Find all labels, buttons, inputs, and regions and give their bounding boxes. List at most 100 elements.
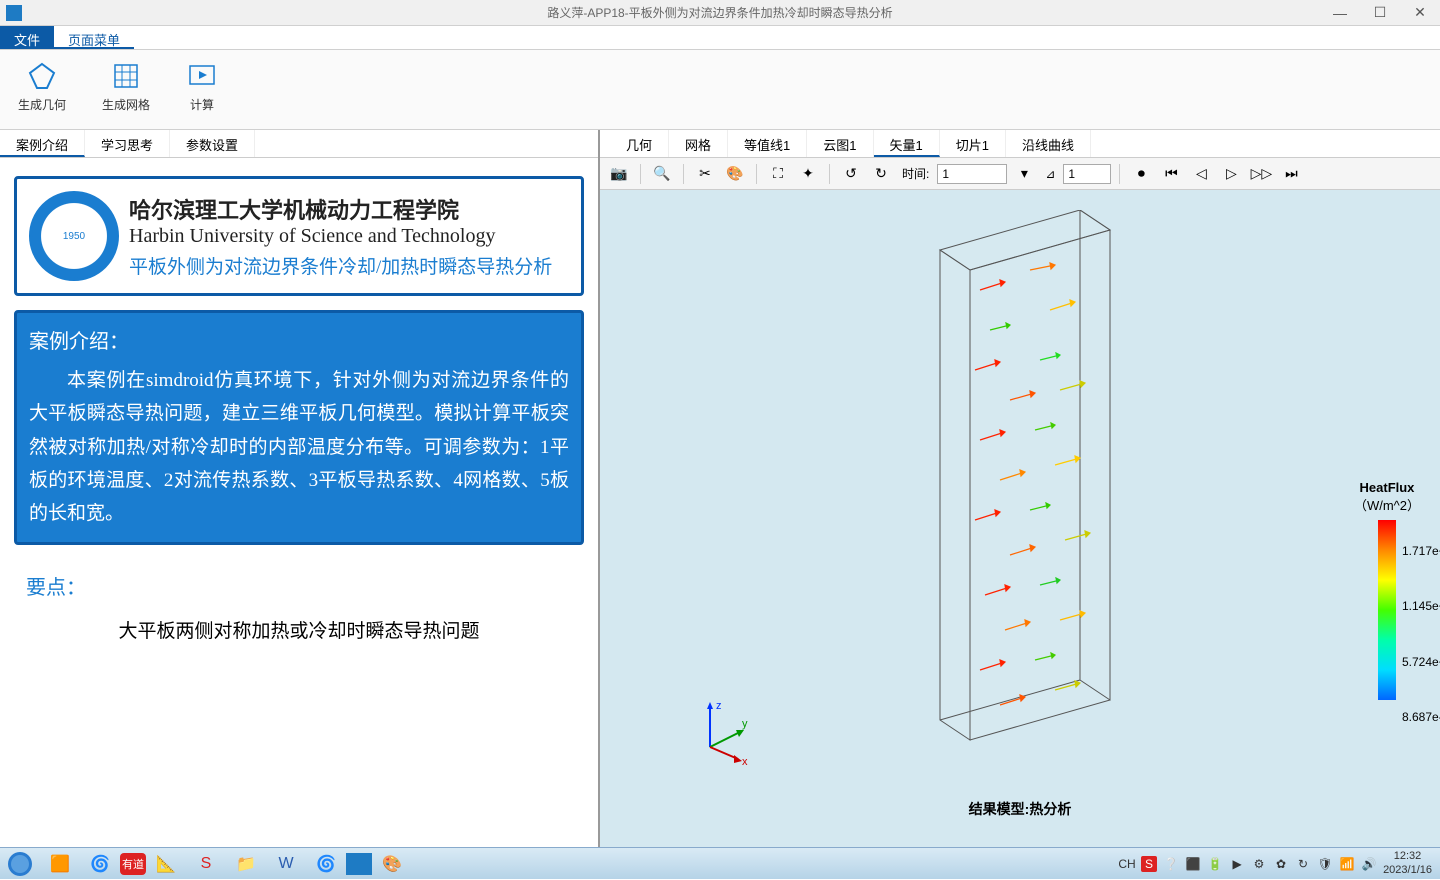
zoom-icon[interactable]: 🔍 — [649, 162, 675, 186]
next-icon[interactable]: ▷▷ — [1248, 162, 1274, 186]
tab-curve[interactable]: 沿线曲线 — [1006, 130, 1091, 157]
taskbar-paint-icon[interactable]: 🎨 — [372, 848, 412, 880]
geometry-icon — [26, 60, 58, 92]
ime-indicator[interactable]: CH — [1119, 856, 1135, 872]
legend-title: HeatFlux — [1354, 480, 1420, 495]
tray-icon-6[interactable]: ↻ — [1295, 856, 1311, 872]
app-icon — [6, 5, 22, 21]
taskbar-app-6[interactable]: 🌀 — [306, 848, 346, 880]
step-input[interactable] — [1063, 164, 1111, 184]
taskbar-word-icon[interactable]: W — [266, 848, 306, 880]
time-input[interactable] — [937, 164, 1007, 184]
menu-file[interactable]: 文件 — [0, 26, 54, 49]
tab-vector[interactable]: 矢量1 — [874, 130, 940, 157]
intro-card: 案例介绍： 本案例在simdroid仿真环境下，针对外侧为对流边界条件的大平板瞬… — [14, 310, 584, 545]
legend-mid2: 5.724e+03 — [1402, 655, 1440, 669]
ribbon: 生成几何 生成网格 计算 — [0, 50, 1440, 130]
taskbar-app-5[interactable]: S — [186, 848, 226, 880]
record-icon[interactable]: ⏺ — [1128, 162, 1154, 186]
select-icon[interactable]: ✂ — [692, 162, 718, 186]
legend-min: 8.687e-08 — [1402, 710, 1440, 724]
gen-mesh-button[interactable]: 生成网格 — [94, 56, 158, 123]
tab-study[interactable]: 学习思考 — [85, 130, 170, 157]
close-button[interactable]: ✕ — [1400, 0, 1440, 26]
fit-icon[interactable]: ⛶ — [765, 162, 791, 186]
titlebar: 路义萍-APP18-平板外侧为对流边界条件加热冷却时瞬态导热分析 — ☐ ✕ — [0, 0, 1440, 26]
rotate-left-icon[interactable]: ↺ — [838, 162, 864, 186]
tray-icon-4[interactable]: ⚙ — [1251, 856, 1267, 872]
tab-contour[interactable]: 等值线1 — [728, 130, 807, 157]
taskbar-explorer-icon[interactable]: 📁 — [226, 848, 266, 880]
tray-battery-icon[interactable]: 🔋 — [1207, 856, 1223, 872]
university-name-cn: 哈尔滨理工大学机械动力工程学院 — [129, 193, 569, 225]
tab-geometry[interactable]: 几何 — [610, 130, 669, 157]
points-heading: 要点： — [26, 571, 572, 600]
menu-page[interactable]: 页面菜单 — [54, 26, 134, 49]
taskbar-app-3[interactable]: 有道 — [120, 853, 146, 875]
svg-text:z: z — [716, 700, 722, 712]
step-prefix: ⊿ — [1045, 167, 1055, 181]
tab-intro[interactable]: 案例介绍 — [0, 130, 85, 157]
university-card: 1950 哈尔滨理工大学机械动力工程学院 Harbin University o… — [14, 176, 584, 296]
tray-shield-icon[interactable]: 🛡 — [1317, 856, 1333, 872]
left-tabs: 案例介绍 学习思考 参数设置 — [0, 130, 598, 158]
tray-volume-icon[interactable]: 🔊 — [1361, 856, 1377, 872]
time-label: 时间: — [902, 165, 929, 182]
tab-mesh[interactable]: 网格 — [669, 130, 728, 157]
intro-heading: 案例介绍： — [29, 325, 569, 354]
project-title: 平板外侧为对流边界条件冷却/加热时瞬态导热分析 — [129, 252, 569, 279]
color-legend: HeatFlux （W/m^2） 1.717e+04 1.145e+04 5.7… — [1354, 480, 1420, 709]
prev-icon[interactable]: ◁ — [1188, 162, 1214, 186]
tray-network-icon[interactable]: 📶 — [1339, 856, 1355, 872]
tab-cloud[interactable]: 云图1 — [807, 130, 873, 157]
taskbar-clock[interactable]: 12:32 2023/1/16 — [1383, 850, 1432, 876]
compute-button[interactable]: 计算 — [178, 56, 226, 123]
points-card: 要点： 大平板两侧对称加热或冷却时瞬态导热问题 — [14, 559, 584, 655]
tray-icon-5[interactable]: ✿ — [1273, 856, 1289, 872]
intro-body: 本案例在simdroid仿真环境下，针对外侧为对流边界条件的大平板瞬态导热问题，… — [29, 364, 569, 530]
taskbar-app-7[interactable] — [346, 853, 372, 875]
menubar: 文件 页面菜单 — [0, 26, 1440, 50]
tray-help-icon[interactable]: ❔ — [1163, 856, 1179, 872]
rotate-right-icon[interactable]: ↻ — [868, 162, 894, 186]
legend-max: 1.717e+04 — [1402, 544, 1440, 558]
window-controls: — ☐ ✕ — [1320, 0, 1440, 26]
svg-text:x: x — [742, 756, 748, 767]
tray-icon-3[interactable]: ▶ — [1229, 856, 1245, 872]
gen-geometry-button[interactable]: 生成几何 — [10, 56, 74, 123]
axis-triad: z y x — [690, 697, 760, 767]
play-toolbar-icon[interactable]: ▷ — [1218, 162, 1244, 186]
play-icon — [186, 60, 218, 92]
content: 案例介绍 学习思考 参数设置 1950 哈尔滨理工大学机械动力工程学院 Harb… — [0, 130, 1440, 847]
system-tray: CH S ❔ ⬛ 🔋 ▶ ⚙ ✿ ↻ 🛡 📶 🔊 12:32 2023/1/16 — [1119, 850, 1440, 876]
ribbon-label: 生成网格 — [102, 96, 150, 113]
skip-end-icon[interactable]: ⏭ — [1278, 162, 1304, 186]
taskbar-app-4[interactable]: 📐 — [146, 848, 186, 880]
step-down-icon[interactable]: ▾ — [1011, 162, 1037, 186]
viz-canvas[interactable]: z y x HeatFlux （W/m^2） 1.717e+04 1.145e+… — [600, 190, 1440, 847]
left-pane: 案例介绍 学习思考 参数设置 1950 哈尔滨理工大学机械动力工程学院 Harb… — [0, 130, 600, 847]
tray-icon-1[interactable]: S — [1141, 856, 1157, 872]
window-title: 路义萍-APP18-平板外侧为对流边界条件加热冷却时瞬态导热分析 — [547, 4, 892, 21]
tab-params[interactable]: 参数设置 — [170, 130, 255, 157]
colormap-icon[interactable]: 🎨 — [722, 162, 748, 186]
tab-slice[interactable]: 切片1 — [940, 130, 1006, 157]
legend-units: （W/m^2） — [1354, 495, 1420, 514]
minimize-button[interactable]: — — [1320, 0, 1360, 26]
taskbar-app-1[interactable]: 🟧 — [40, 848, 80, 880]
mesh-icon — [110, 60, 142, 92]
ribbon-label: 计算 — [190, 96, 214, 113]
tray-icon-2[interactable]: ⬛ — [1185, 856, 1201, 872]
axes-mode-icon[interactable]: ✦ — [795, 162, 821, 186]
plate-visualization — [880, 210, 1160, 750]
maximize-button[interactable]: ☐ — [1360, 0, 1400, 26]
university-logo: 1950 — [29, 191, 119, 281]
start-button[interactable] — [0, 848, 40, 880]
skip-start-icon[interactable]: ⏮ — [1158, 162, 1184, 186]
taskbar-app-2[interactable]: 🌀 — [80, 848, 120, 880]
ribbon-label: 生成几何 — [18, 96, 66, 113]
left-content: 1950 哈尔滨理工大学机械动力工程学院 Harbin University o… — [0, 158, 598, 847]
taskbar: 🟧 🌀 有道 📐 S 📁 W 🌀 🎨 CH S ❔ ⬛ 🔋 ▶ ⚙ ✿ ↻ 🛡 … — [0, 847, 1440, 879]
svg-text:y: y — [742, 718, 748, 730]
camera-icon[interactable]: 📷 — [606, 162, 632, 186]
